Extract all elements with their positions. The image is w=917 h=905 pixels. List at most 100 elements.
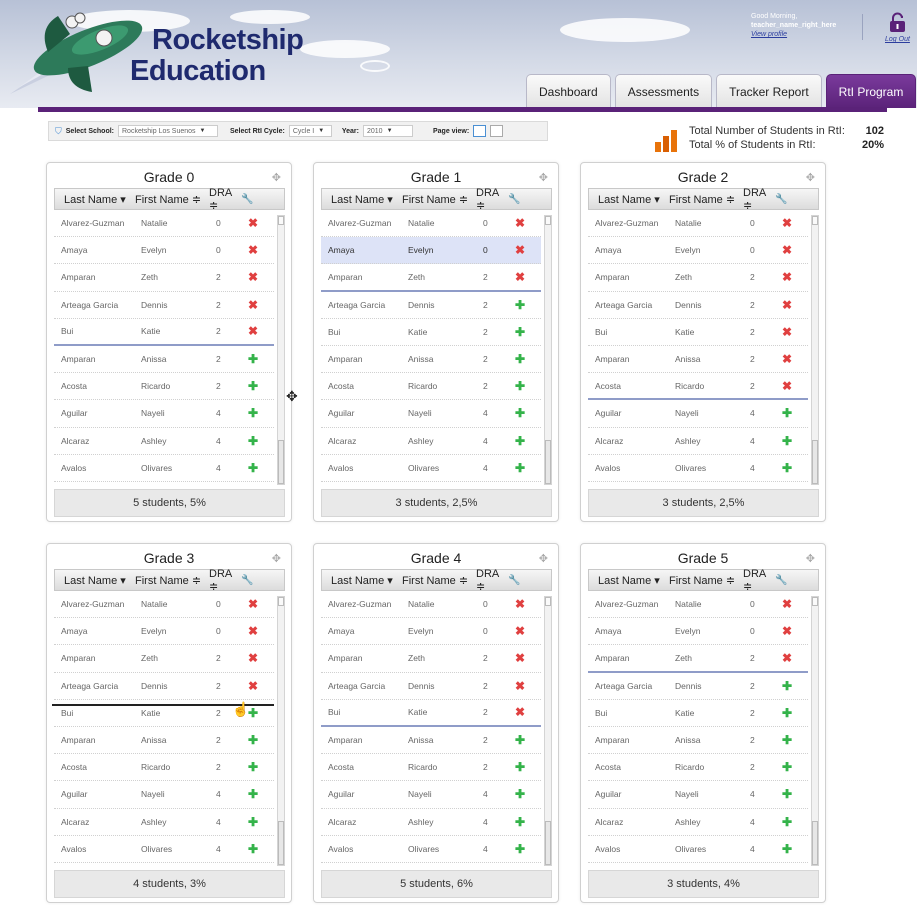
table-row[interactable]: Aguilar Nayeli 4 ✚ [588, 400, 808, 428]
table-row[interactable]: Amaya Evelyn 0 ✖ [588, 237, 808, 265]
sort-dra[interactable]: DRA ≑ [737, 187, 775, 212]
table-row[interactable]: Acosta Ricardo 2 ✚ [54, 754, 274, 782]
table-row[interactable]: Arteaga Garcia Dennis 2 ✖ [321, 673, 541, 700]
add-icon[interactable]: ✚ [238, 461, 268, 475]
sort-last-name[interactable]: Last Name ▾ [322, 193, 396, 206]
tab-dashboard[interactable]: Dashboard [526, 74, 611, 108]
remove-icon[interactable]: ✖ [772, 216, 802, 230]
table-row[interactable]: Amparan Anissa 2 ✚ [54, 727, 274, 755]
scrollbar[interactable] [811, 596, 819, 866]
remove-icon[interactable]: ✖ [772, 298, 802, 312]
remove-icon[interactable]: ✖ [238, 324, 268, 338]
add-icon[interactable]: ✚ [772, 760, 802, 774]
sort-dra[interactable]: DRA ≑ [203, 187, 241, 212]
remove-icon[interactable]: ✖ [238, 243, 268, 257]
move-handle-icon[interactable]: ✥ [539, 171, 548, 184]
table-row[interactable]: Alcaraz Ashley 4 ✚ [54, 809, 274, 836]
scroll-up-icon[interactable] [278, 216, 284, 225]
add-icon[interactable]: ✚ [772, 815, 802, 829]
add-icon[interactable]: ✚ [505, 298, 535, 312]
sort-first-name[interactable]: First Name ≑ [396, 574, 470, 587]
scroll-thumb[interactable] [545, 821, 551, 865]
view-profile-link[interactable]: View profile [751, 30, 836, 39]
add-icon[interactable]: ✚ [772, 406, 802, 420]
add-icon[interactable]: ✚ [505, 352, 535, 366]
table-row[interactable]: Amparan Zeth 2 ✖ [321, 264, 541, 292]
lock-icon[interactable] [889, 12, 906, 33]
sort-first-name[interactable]: First Name ≑ [663, 193, 737, 206]
table-row[interactable]: Amparan Zeth 2 ✖ [54, 264, 274, 292]
table-row[interactable]: Alcaraz Ashley 4 ✚ [321, 428, 541, 455]
scroll-thumb[interactable] [278, 821, 284, 865]
tab-rti-program[interactable]: RtI Program [825, 74, 917, 108]
move-handle-icon[interactable]: ✥ [806, 552, 815, 565]
sort-last-name[interactable]: Last Name ▾ [55, 574, 129, 587]
table-row[interactable]: Alvarez-Guzman Natalie 0 ✖ [54, 210, 274, 238]
add-icon[interactable]: ✚ [238, 733, 268, 747]
scrollbar[interactable] [277, 215, 285, 485]
scrollbar[interactable] [811, 215, 819, 485]
add-icon[interactable]: ✚ [505, 406, 535, 420]
wrench-icon[interactable]: 🔧 [508, 575, 520, 586]
scroll-thumb[interactable] [812, 821, 818, 865]
add-icon[interactable]: ✚ [238, 842, 268, 856]
grid-view-icon[interactable] [473, 125, 487, 137]
scroll-up-icon[interactable] [812, 597, 818, 606]
remove-icon[interactable]: ✖ [772, 651, 802, 665]
add-icon[interactable]: ✚ [772, 706, 802, 720]
grade-panel[interactable]: Grade 5 ✥ Last Name ▾ First Name ≑ DRA ≑… [580, 543, 826, 903]
remove-icon[interactable]: ✖ [238, 216, 268, 230]
table-row[interactable]: Avalos Olivares 4 ✚ [321, 455, 541, 482]
add-icon[interactable]: ✚ [238, 815, 268, 829]
table-row[interactable]: Arteaga Garcia Dennis 2 ✚ [321, 292, 541, 319]
sort-first-name[interactable]: First Name ≑ [663, 574, 737, 587]
table-row[interactable]: Acosta Ricardo 2 ✚ [588, 754, 808, 782]
add-icon[interactable]: ✚ [238, 787, 268, 801]
remove-icon[interactable]: ✖ [772, 325, 802, 339]
table-row[interactable]: Amparan Zeth 2 ✖ [588, 645, 808, 673]
wrench-icon[interactable]: 🔧 [241, 194, 253, 205]
add-icon[interactable]: ✚ [505, 787, 535, 801]
sort-first-name[interactable]: First Name ≑ [396, 193, 470, 206]
table-row[interactable]: Amparan Anissa 2 ✖ [588, 346, 808, 374]
add-icon[interactable]: ✚ [505, 733, 535, 747]
table-row[interactable]: Bui Katie 2 ✚ [321, 319, 541, 346]
list-view-icon[interactable] [490, 125, 504, 137]
table-row[interactable]: Acosta Ricardo 2 ✚ [321, 754, 541, 782]
move-handle-icon[interactable]: ✥ [272, 171, 281, 184]
table-row[interactable]: Avalos Olivares 4 ✚ [588, 836, 808, 863]
sort-last-name[interactable]: Last Name ▾ [55, 193, 129, 206]
sort-dra[interactable]: DRA ≑ [470, 187, 508, 212]
table-row[interactable]: Amaya Evelyn 0 ✖ [54, 618, 274, 646]
table-row[interactable]: Amparan Zeth 2 ✖ [588, 264, 808, 292]
wrench-icon[interactable]: 🔧 [508, 194, 520, 205]
table-row[interactable]: Aguilar Nayeli 4 ✚ [54, 400, 274, 428]
table-row[interactable]: Amparan Anissa 2 ✚ [321, 727, 541, 755]
table-row[interactable]: Bui Katie 2 ✖ [321, 700, 541, 727]
add-icon[interactable]: ✚ [505, 434, 535, 448]
table-row[interactable]: Amaya Evelyn 0 ✖ [321, 237, 541, 265]
add-icon[interactable]: ✚ [772, 787, 802, 801]
table-row[interactable]: Alcaraz Ashley 4 ✚ [321, 809, 541, 836]
remove-icon[interactable]: ✖ [772, 597, 802, 611]
table-row[interactable]: Alcaraz Ashley 4 ✚ [588, 428, 808, 455]
move-handle-icon[interactable]: ✥ [806, 171, 815, 184]
add-icon[interactable]: ✚ [238, 406, 268, 420]
remove-icon[interactable]: ✖ [505, 597, 535, 611]
remove-icon[interactable]: ✖ [505, 216, 535, 230]
add-icon[interactable]: ✚ [505, 760, 535, 774]
grade-panel[interactable]: Grade 0 ✥ Last Name ▾ First Name ≑ DRA ≑… [46, 162, 292, 522]
table-row[interactable]: Bui Katie 2 ✚ [588, 700, 808, 727]
table-row[interactable]: Arteaga Garcia Dennis 2 ✖ [588, 292, 808, 319]
add-icon[interactable]: ✚ [772, 434, 802, 448]
remove-icon[interactable]: ✖ [505, 270, 535, 284]
table-row[interactable]: Alvarez-Guzman Natalie 0 ✖ [588, 591, 808, 619]
remove-icon[interactable]: ✖ [238, 270, 268, 284]
scroll-thumb[interactable] [545, 440, 551, 484]
table-row[interactable]: Alvarez-Guzman Natalie 0 ✖ [321, 591, 541, 619]
remove-icon[interactable]: ✖ [505, 705, 535, 719]
remove-icon[interactable]: ✖ [238, 624, 268, 638]
scroll-up-icon[interactable] [278, 597, 284, 606]
add-icon[interactable]: ✚ [505, 815, 535, 829]
remove-icon[interactable]: ✖ [772, 352, 802, 366]
